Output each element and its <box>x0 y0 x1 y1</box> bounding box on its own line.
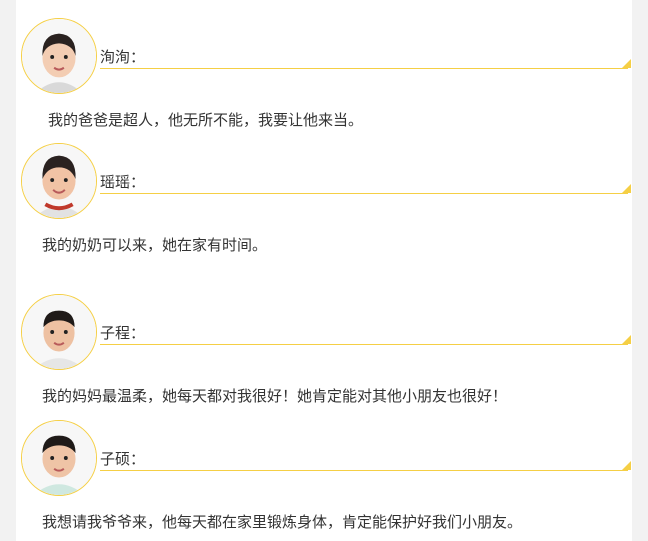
corner-accent <box>622 184 631 193</box>
divider <box>100 193 628 194</box>
corner-accent <box>622 461 631 470</box>
child-message: 我的妈妈最温柔，她每天都对我很好！她肯定能对其他小朋友也很好！ <box>42 387 508 405</box>
corner-accent <box>622 335 631 344</box>
child-message: 我想请我爷爷来，他每天都在家里锻炼身体，肯定能保护好我们小朋友。 <box>42 513 523 531</box>
corner-accent <box>622 59 631 68</box>
child-avatar <box>21 420 97 496</box>
child-name: 瑶瑶： <box>100 173 146 191</box>
child-message: 我的爸爸是超人，他无所不能，我要让他来当。 <box>48 111 364 129</box>
child-message: 我的奶奶可以来，她在家有时间。 <box>42 236 268 254</box>
child-avatar <box>21 143 97 219</box>
child-avatar <box>21 294 97 370</box>
child-avatar <box>21 18 97 94</box>
child-name: 子硕： <box>100 450 146 468</box>
article-page: 洵洵： 我的爸爸是超人，他无所不能，我要让他来当。 瑶瑶： 我的奶奶可以来，她在… <box>16 0 632 541</box>
divider <box>100 344 628 345</box>
divider <box>100 470 628 471</box>
divider <box>100 68 628 69</box>
child-name: 子程： <box>100 324 146 342</box>
child-name: 洵洵： <box>100 48 146 66</box>
